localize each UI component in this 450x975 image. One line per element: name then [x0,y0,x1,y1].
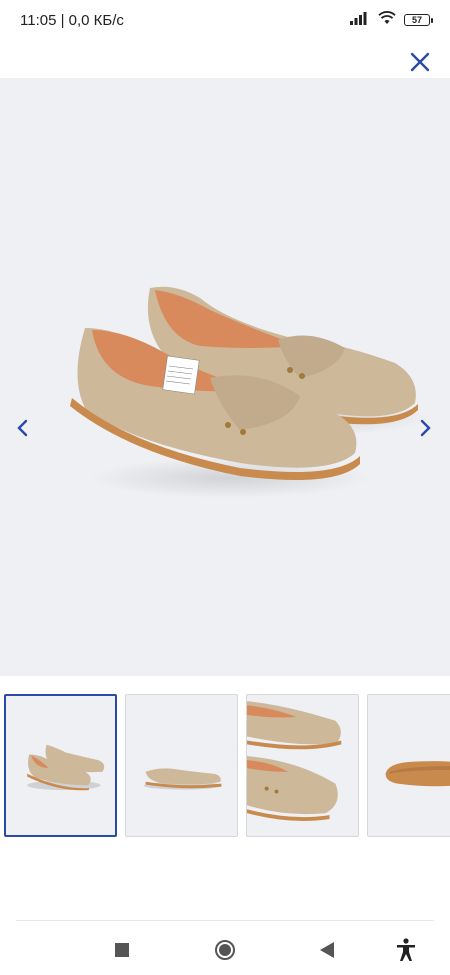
battery-level: 57 [411,15,422,25]
home-circle-icon [214,939,236,966]
status-time: 11:05 | 0,0 КБ/с [20,11,124,29]
product-image-loafers [70,286,430,498]
wifi-icon [378,10,396,30]
thumbnail-strip[interactable] [0,694,450,839]
divider [16,920,434,921]
system-navigation-bar [0,925,450,975]
square-icon [115,942,129,962]
previous-image-button[interactable] [10,418,34,442]
thumbnail-image [247,701,342,821]
accessibility-icon [395,937,417,967]
accessibility-button[interactable] [391,937,421,967]
status-bar: 11:05 | 0,0 КБ/с 57 [0,0,450,40]
recent-apps-button[interactable] [107,937,137,967]
back-button[interactable] [312,937,342,967]
thumbnail-2[interactable] [125,694,238,837]
thumbnail-4[interactable] [367,694,450,837]
main-image-viewer[interactable] [0,78,450,676]
next-image-button[interactable] [414,418,438,442]
status-icons: 57 [350,10,433,30]
viewer-header [0,40,450,80]
signal-icon [350,11,370,30]
close-icon [410,52,430,77]
thumbnail-image [143,768,223,790]
home-button[interactable] [210,937,240,967]
back-triangle-icon [319,941,335,964]
thumbnail-image [27,744,105,791]
thumbnail-1[interactable] [4,694,117,837]
chevron-left-icon [16,419,28,442]
battery-icon: 57 [404,14,433,26]
thumbnail-3[interactable] [246,694,359,837]
thumbnail-image [385,761,450,787]
chevron-right-icon [420,419,432,442]
close-button[interactable] [408,52,432,76]
